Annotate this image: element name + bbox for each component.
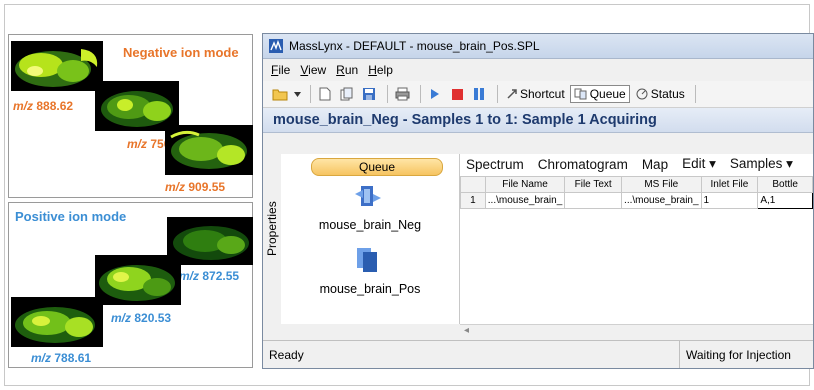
- brain-image-pos-3: [11, 297, 103, 347]
- status-button[interactable]: Status: [632, 86, 688, 102]
- row-header-corner: [460, 176, 486, 193]
- stop-icon[interactable]: [448, 85, 466, 103]
- queue-neg-icon[interactable]: [353, 182, 383, 217]
- mz-label-872: m/z 872.55: [179, 269, 240, 283]
- cell-ms-file[interactable]: ...\mouse_brain_: [621, 192, 702, 209]
- toolbar-separator: [420, 85, 421, 103]
- masslynx-window: MassLynx - DEFAULT - mouse_brain_Pos.SPL…: [262, 33, 814, 369]
- queue-navigator: Queue mouse_brain_Neg mouse_brain_Pos: [281, 154, 460, 324]
- row-index[interactable]: 1: [460, 192, 486, 209]
- mz-label-788: m/z 788.61: [31, 351, 92, 365]
- menu-help[interactable]: Help: [368, 63, 393, 77]
- toolbar-separator: [694, 85, 696, 103]
- copy-document-icon[interactable]: [338, 85, 356, 103]
- positive-mode-title: Positive ion mode: [15, 209, 127, 224]
- brain-image-neg-2: [95, 81, 179, 131]
- status-ready: Ready: [269, 348, 304, 362]
- scroll-left-arrow-icon[interactable]: ◂: [464, 325, 469, 336]
- masslynx-app-icon: [269, 39, 283, 53]
- menu-file[interactable]: File: [271, 63, 290, 77]
- col-inlet-file[interactable]: Inlet File: [700, 176, 759, 193]
- queue-pos-icon[interactable]: [355, 246, 381, 279]
- properties-tab[interactable]: Properties: [263, 154, 282, 324]
- table-header-row: File Name File Text MS File Inlet File B…: [460, 176, 813, 193]
- toolbar-separator: [497, 85, 498, 103]
- shortcut-button[interactable]: Shortcut: [503, 86, 568, 102]
- status-injection: Waiting for Injection: [679, 341, 791, 368]
- menu-edit[interactable]: Edit ▾: [682, 156, 716, 172]
- cell-inlet-file[interactable]: 1: [700, 192, 759, 209]
- mz-label-820: m/z 820.53: [111, 311, 172, 325]
- col-bottle[interactable]: Bottle: [757, 176, 813, 193]
- menu-spectrum[interactable]: Spectrum: [466, 157, 524, 172]
- menu-chromatogram[interactable]: Chromatogram: [538, 157, 628, 172]
- menu-map[interactable]: Map: [642, 157, 668, 172]
- sample-grid-area: Spectrum Chromatogram Map Edit ▾ Samples…: [460, 154, 813, 324]
- positive-ion-mode-panel: Positive ion mode m/z 872.55 m/z 820.53 …: [8, 202, 253, 368]
- brain-image-neg-3: [165, 125, 253, 175]
- menu-view[interactable]: View: [300, 63, 326, 77]
- toolbar: Shortcut Queue Status: [263, 81, 813, 108]
- window-title: MassLynx - DEFAULT - mouse_brain_Pos.SPL: [289, 39, 540, 53]
- queue-item-pos[interactable]: mouse_brain_Pos: [281, 282, 459, 296]
- status-bar: Ready Waiting for Injection: [263, 340, 813, 368]
- play-icon[interactable]: [426, 85, 444, 103]
- sample-table: File Name File Text MS File Inlet File B…: [460, 176, 813, 209]
- negative-ion-mode-panel: Negative ion mode m/z 888.62 m/z 750.54 …: [8, 34, 253, 198]
- mz-label-909: m/z 909.55: [165, 180, 226, 194]
- menu-samples[interactable]: Samples ▾: [730, 156, 793, 172]
- col-ms-file[interactable]: MS File: [621, 176, 702, 193]
- properties-label: Properties: [265, 201, 279, 256]
- col-file-text[interactable]: File Text: [564, 176, 623, 193]
- toolbar-separator: [310, 85, 311, 103]
- shortcut-icon: [507, 89, 517, 99]
- col-file-name[interactable]: File Name: [484, 176, 566, 193]
- open-folder-icon[interactable]: [271, 85, 289, 103]
- menu-run[interactable]: Run: [336, 63, 358, 77]
- view-menu-bar: Spectrum Chromatogram Map Edit ▾ Samples…: [460, 154, 813, 174]
- horizontal-scrollbar[interactable]: ◂: [460, 324, 813, 339]
- toolbar-separator: [387, 85, 388, 103]
- new-document-icon[interactable]: [316, 85, 334, 103]
- queue-header[interactable]: Queue: [311, 158, 443, 176]
- mz-label-888: m/z 888.62: [13, 99, 74, 113]
- negative-mode-title: Negative ion mode: [123, 45, 239, 60]
- queue-icon: [574, 88, 587, 100]
- pause-icon[interactable]: [470, 85, 488, 103]
- save-icon[interactable]: [360, 85, 378, 103]
- queue-item-neg[interactable]: mouse_brain_Neg: [281, 218, 459, 232]
- table-row[interactable]: 1 ...\mouse_brain_ ...\mouse_brain_ 1 A,…: [460, 192, 813, 209]
- brain-image-neg-1: [11, 41, 103, 91]
- queue-button[interactable]: Queue: [569, 85, 630, 103]
- print-icon[interactable]: [393, 85, 411, 103]
- menu-bar: File View Run Help: [263, 59, 813, 81]
- dropdown-arrow-icon[interactable]: [293, 85, 301, 103]
- cell-file-name[interactable]: ...\mouse_brain_: [484, 192, 566, 209]
- main-body: Properties Queue mouse_brain_Neg mouse_b…: [263, 154, 813, 324]
- window-titlebar[interactable]: MassLynx - DEFAULT - mouse_brain_Pos.SPL: [263, 34, 813, 59]
- status-icon: [636, 88, 648, 100]
- cell-file-text[interactable]: [564, 192, 623, 209]
- brain-image-pos-2: [95, 255, 181, 305]
- cell-bottle[interactable]: A,1: [757, 192, 813, 209]
- acquisition-headline: mouse_brain_Neg - Samples 1 to 1: Sample…: [263, 108, 813, 133]
